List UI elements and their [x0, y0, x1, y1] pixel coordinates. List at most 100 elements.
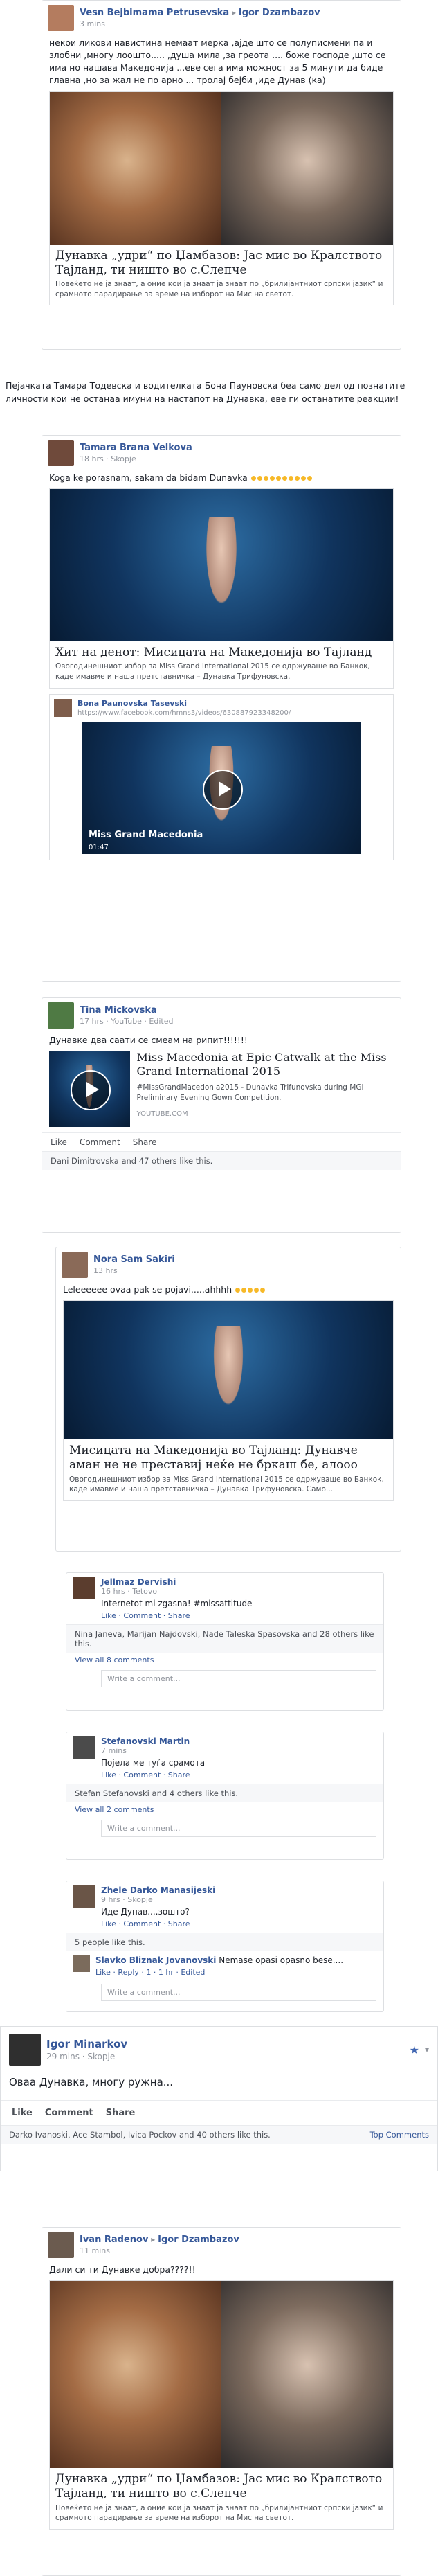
star-icon[interactable]: ★: [410, 2043, 419, 2057]
post-vesna: Vesn Bejbimama Petrusevska ▸ Igor Dzamba…: [42, 0, 401, 350]
target-name[interactable]: Igor Dzambazov: [158, 2235, 239, 2245]
likes-summary[interactable]: Nina Janeva, Marijan Najdovski, Nade Tal…: [66, 1624, 383, 1653]
author-name[interactable]: Igor Minarkov: [46, 2038, 127, 2050]
article-caption: Пејачката Тамара Тодевска и водителката …: [6, 380, 405, 404]
avatar[interactable]: [48, 440, 74, 466]
comment-button[interactable]: Comment: [80, 1137, 120, 1147]
write-comment-input[interactable]: Write a comment...: [101, 1820, 376, 1837]
comment-links[interactable]: Like · Comment · Share: [101, 1770, 205, 1779]
avatar[interactable]: [54, 698, 72, 717]
link-title[interactable]: Дунавка „удри“ по Џамбазов: Јас мис во К…: [50, 245, 393, 280]
post-nora: Nora Sam Sakiri 13 hrs Leleeeeee ovaa pa…: [55, 1247, 401, 1552]
author-name[interactable]: Tamara Brana Velkova: [80, 443, 192, 453]
comment-text: Internetot mi zgasna! #missattitude: [101, 1599, 253, 1608]
post-time: 17 hrs · YouTube · Edited: [80, 1017, 174, 1026]
comment-button[interactable]: Comment: [45, 2108, 93, 2118]
like-button[interactable]: Like: [51, 1137, 67, 1147]
portrait-man: [221, 2281, 393, 2469]
post-actions: Like Comment Share: [1, 2099, 437, 2125]
write-comment-input[interactable]: Write a comment...: [101, 1670, 376, 1687]
top-comments-link[interactable]: Top Comments: [370, 2130, 429, 2140]
avatar[interactable]: [48, 2232, 74, 2258]
link-title[interactable]: Хит на денот: Мисицата на Македонија во …: [50, 641, 393, 661]
view-all-comments[interactable]: View all 8 comments: [66, 1653, 383, 1667]
link-image[interactable]: [50, 489, 393, 642]
post-actions: Like Comment Share: [42, 1132, 401, 1151]
link-desc: Повеќето не ја знаат, а оние кои ја знаа…: [55, 280, 383, 299]
youtube-thumbnail[interactable]: [49, 1051, 130, 1128]
comment-author[interactable]: Stefanovski Martin: [101, 1736, 205, 1746]
post-time: 29 mins · Skopje: [46, 2052, 116, 2061]
reply-author[interactable]: Slavko Bliznak Jovanovski: [95, 1955, 216, 1965]
link-image[interactable]: [50, 2281, 393, 2469]
comment-links[interactable]: Like · Comment · Share: [101, 1919, 215, 1928]
link-desc: Овогодинешниот избор за Miss Grand Inter…: [55, 662, 370, 682]
share-name[interactable]: Bona Paunovska Tasevski: [77, 699, 291, 708]
likes-summary[interactable]: 5 people like this.: [66, 1933, 383, 1951]
link-desc: Повеќето не ја знаат, а оние кои ја знаа…: [55, 2503, 383, 2523]
target-name[interactable]: Igor Dzambazov: [239, 8, 320, 18]
likes-summary: Darko Ivanoski, Ace Stambol, Ivica Pocko…: [1, 2124, 437, 2144]
comment-card-jellmaz: Jellmaz Dervishi 16 hrs · Tetovo Interne…: [66, 1572, 384, 1711]
video-player[interactable]: Miss Grand Macedonia 01:47: [82, 722, 361, 854]
post-time: 11 mins: [80, 2246, 110, 2255]
link-preview[interactable]: Дунавка „удри“ по Џамбазов: Јас мис во К…: [49, 91, 394, 306]
comment-meta: 16 hrs · Tetovo: [101, 1587, 158, 1596]
comment-links[interactable]: Like · Comment · Share: [101, 1611, 252, 1620]
link-preview[interactable]: Мисицата на Македонија во Тајланд: Дунав…: [63, 1300, 394, 1501]
avatar[interactable]: [48, 1002, 74, 1029]
post-text: Оваа Дунавка, многу ружна...: [9, 2076, 174, 2088]
play-icon[interactable]: [71, 1070, 111, 1111]
youtube-desc: #MissGrandMacedonia2015 - Dunavka Trifun…: [136, 1083, 364, 1102]
link-image[interactable]: [64, 1301, 393, 1440]
author-name[interactable]: Nora Sam Sakiri: [93, 1254, 175, 1265]
avatar[interactable]: [9, 2034, 41, 2066]
link-title[interactable]: Мисицата на Македонија во Тајланд: Дунав…: [64, 1439, 393, 1475]
likes-summary[interactable]: Stefan Stefanovski and 4 others like thi…: [66, 1784, 383, 1802]
author-name[interactable]: Vesn Bejbimama Petrusevska: [80, 8, 229, 18]
avatar[interactable]: [73, 1577, 95, 1599]
post-text: Koga ke porasnam, sakam da bidam Dunavka: [49, 472, 248, 483]
play-icon[interactable]: [203, 769, 243, 810]
share-button[interactable]: Share: [106, 2108, 136, 2118]
avatar[interactable]: [73, 1736, 95, 1759]
view-all-comments[interactable]: View all 2 comments: [66, 1802, 383, 1817]
chevron-down-icon[interactable]: ▾: [425, 2045, 429, 2054]
avatar[interactable]: [48, 5, 74, 31]
avatar[interactable]: [73, 1955, 90, 1972]
like-button[interactable]: Like: [12, 2108, 33, 2118]
emoji-row: [250, 472, 313, 483]
avatar[interactable]: [73, 1885, 95, 1908]
share-button[interactable]: Share: [133, 1137, 157, 1147]
triangle-icon: ▸: [232, 8, 237, 17]
link-title[interactable]: Дунавка „удри“ по Џамбазов: Јас мис во К…: [50, 2468, 393, 2503]
reply-text: Nemase opasi opasno bese....: [219, 1955, 344, 1965]
link-preview[interactable]: Хит на денот: Мисицата на Македонија во …: [49, 488, 394, 689]
likes-text[interactable]: Darko Ivanoski, Ace Stambol, Ivica Pocko…: [9, 2130, 271, 2140]
link-preview[interactable]: Дунавка „удри“ по Џамбазов: Јас мис во К…: [49, 2280, 394, 2530]
post-time: 3 mins: [80, 19, 105, 28]
portrait-man: [221, 91, 393, 245]
post-header: Vesn Bejbimama Petrusevska ▸ Igor Dzamba…: [42, 1, 401, 35]
post-igor: Igor Minarkov 29 mins · Skopje ★ ▾ Оваа …: [0, 2026, 438, 2171]
author-name[interactable]: Ivan Radenov: [80, 2235, 148, 2245]
comment-author[interactable]: Jellmaz Dervishi: [101, 1577, 252, 1587]
comment-author[interactable]: Zhele Darko Manasijeski: [101, 1885, 215, 1895]
write-comment-input[interactable]: Write a comment...: [101, 1984, 376, 2001]
reply-meta[interactable]: Like · Reply · 1 · 1 hr · Edited: [95, 1968, 343, 1977]
youtube-title[interactable]: Miss Macedonia at Epic Catwalk at the Mi…: [137, 1051, 394, 1078]
link-image[interactable]: [50, 91, 393, 245]
share-url[interactable]: https://www.facebook.com/hmns3/videos/63…: [77, 709, 291, 717]
post-text: Дунавке два саати се смеам на рипит!!!!!…: [49, 1035, 248, 1045]
avatar[interactable]: [62, 1252, 88, 1278]
youtube-preview[interactable]: Miss Macedonia at Epic Catwalk at the Mi…: [42, 1051, 401, 1132]
post-tamara: Tamara Brana Velkova 18 hrs · Skopje Kog…: [42, 435, 401, 982]
post-text: Leleeeeee ovaa pak se pojavi.....ahhhh: [63, 1284, 232, 1295]
link-desc: Овогодинешниот избор за Miss Grand Inter…: [69, 1475, 384, 1494]
author-name[interactable]: Tina Mickovska: [80, 1005, 173, 1015]
comment-meta: 9 hrs · Skopje: [101, 1895, 153, 1904]
video-time: 01:47: [89, 843, 109, 851]
post-ivan: Ivan Radenov ▸ Igor Dzambazov 11 mins Да…: [42, 2227, 401, 2576]
portrait-woman: [50, 91, 221, 245]
likes-summary[interactable]: Dani Dimitrovska and 47 others like this…: [42, 1151, 401, 1171]
